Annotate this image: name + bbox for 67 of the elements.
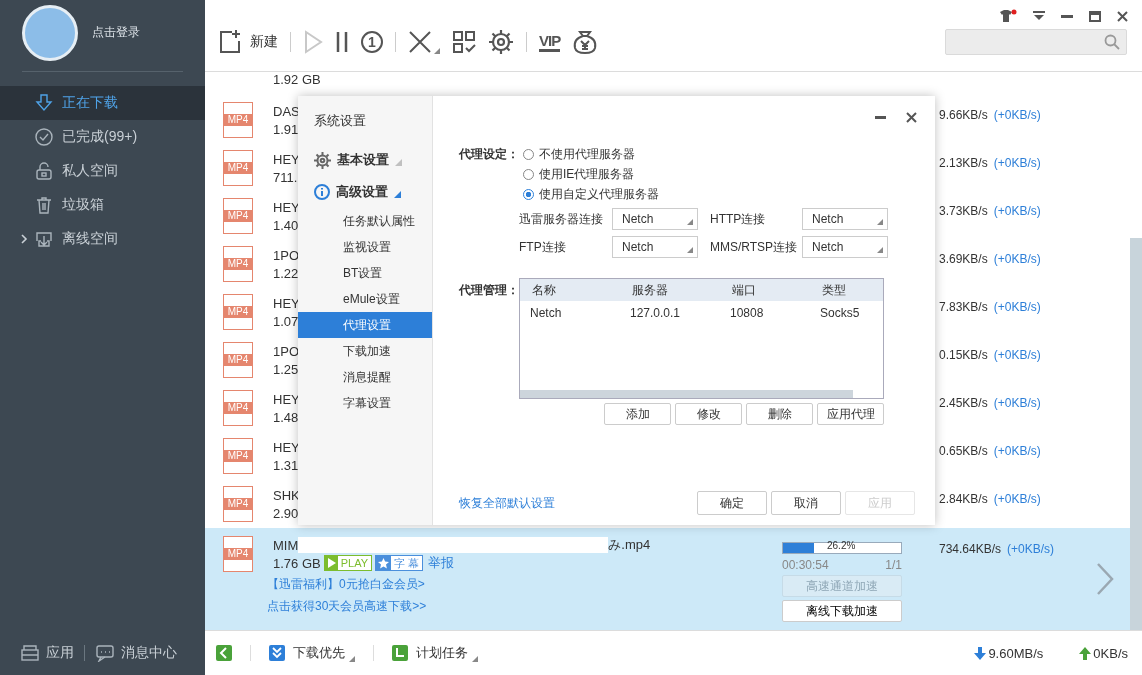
dialog-title: 系统设置 xyxy=(313,112,367,130)
download-speed: 9.66KB/s xyxy=(939,108,988,122)
download-speed: 0.65KB/s xyxy=(939,444,988,458)
file-name: 1PO xyxy=(273,343,299,359)
field-label: MMS/RTSP连接 xyxy=(710,238,799,256)
file-icon: MP4 xyxy=(223,486,253,522)
speed-boost: (+0KB/s) xyxy=(993,108,1041,122)
speed-boost: (+0KB/s) xyxy=(993,204,1041,218)
file-name: HEY xyxy=(273,439,300,455)
download-speed: 7.83KB/s xyxy=(939,300,988,314)
download-speed: 2.13KB/s xyxy=(939,156,988,170)
file-size: 1.31 xyxy=(273,457,299,473)
table-cell-text: Socks5 xyxy=(820,306,861,320)
file-icon: MP4 xyxy=(223,536,253,572)
file-size: 1.22 xyxy=(273,265,299,281)
file-icon: MP4 xyxy=(223,390,253,426)
file-icon: MP4 xyxy=(223,102,253,138)
download-speed: 3.73KB/s xyxy=(939,204,988,218)
file-size: 711. xyxy=(273,169,298,185)
download-speed: 2.45KB/s xyxy=(939,396,988,410)
file-count: 1/1 xyxy=(885,558,902,572)
speed-boost: (+0KB/s) xyxy=(1007,542,1055,556)
download-speed: 3.69KB/s xyxy=(939,252,988,266)
download-speed: 734.64KB/s xyxy=(939,542,1002,556)
file-name: MIM xyxy=(273,537,299,553)
speed-boost: (+0KB/s) xyxy=(993,348,1041,362)
total-download-speed: 9.60MB/s xyxy=(988,645,1044,661)
file-name: み.mp4 xyxy=(608,536,651,554)
file-size: 1.91 xyxy=(273,121,299,137)
file-icon: MP4 xyxy=(223,342,253,378)
file-size: 1.07 xyxy=(273,313,299,329)
file-size: 1.76 GB xyxy=(273,555,321,571)
speed-boost: (+0KB/s) xyxy=(993,252,1041,266)
speed-boost: (+0KB/s) xyxy=(993,300,1041,314)
table-cell-text: 10808 xyxy=(730,306,765,320)
total-upload-speed: 0KB/s xyxy=(1093,645,1128,661)
table-cell-text: 127.0.0.1 xyxy=(630,306,682,320)
file-icon: MP4 xyxy=(223,150,253,186)
download-speed: 0.15KB/s xyxy=(939,348,988,362)
file-name: HEY xyxy=(273,151,300,167)
field-label: HTTP连接 xyxy=(710,210,767,228)
speed-boost: (+0KB/s) xyxy=(993,396,1041,410)
speed-boost: (+0KB/s) xyxy=(993,444,1041,458)
file-size: 2.90 xyxy=(273,505,299,521)
progress-bar: 26.2% xyxy=(782,542,902,554)
section-label: 代理设定： xyxy=(459,146,520,163)
file-icon: MP4 xyxy=(223,246,253,282)
file-icon: MP4 xyxy=(223,198,253,234)
file-size: 1.40 xyxy=(273,217,299,233)
section-label: 代理管理： xyxy=(459,282,519,299)
download-speed: 2.84KB/s xyxy=(939,492,988,506)
file-size: 1.92 GB xyxy=(273,72,322,87)
file-icon: MP4 xyxy=(223,438,253,474)
field-label: FTP连接 xyxy=(519,238,567,256)
speed-boost: (+0KB/s) xyxy=(993,492,1041,506)
file-name: 1PO xyxy=(273,247,299,263)
field-label: 迅雷服务器连接 xyxy=(519,210,604,228)
file-name: SHK xyxy=(273,487,300,503)
file-icon: MP4 xyxy=(223,294,253,330)
file-name: HEY xyxy=(273,391,300,407)
file-size: 1.48 xyxy=(273,409,299,425)
file-name: HEY xyxy=(273,199,300,215)
speed-boost: (+0KB/s) xyxy=(993,156,1041,170)
file-name: HEY xyxy=(273,295,300,311)
file-size: 1.25 xyxy=(273,361,299,377)
time-remaining: 00:30:54 xyxy=(782,558,829,572)
table-cell-text: Netch xyxy=(530,306,563,320)
